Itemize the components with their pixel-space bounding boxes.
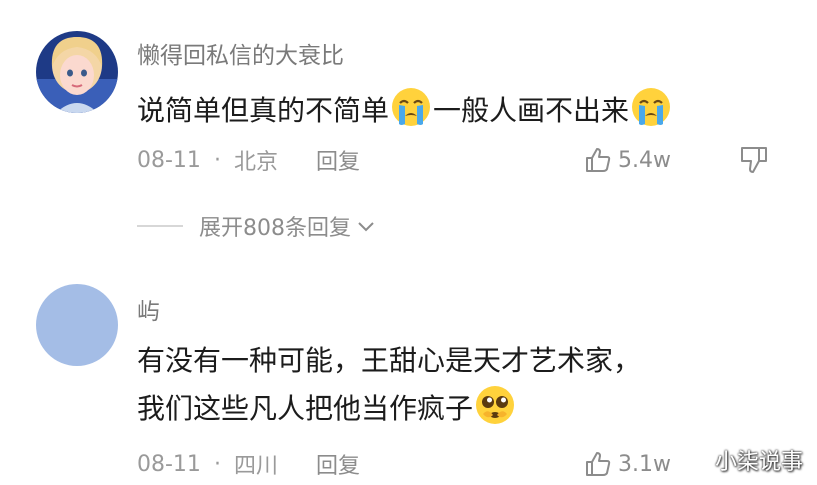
comment-date: 08-11	[137, 451, 201, 477]
like-count: 5.4w	[618, 147, 671, 173]
username[interactable]: 懒得回私信的大衰比	[137, 36, 344, 70]
comment-text-part: 说简单但真的不简单	[137, 94, 390, 127]
chevron-down-icon	[358, 222, 374, 232]
reply-button[interactable]: 回复	[316, 448, 360, 480]
reply-button[interactable]: 回复	[316, 144, 360, 176]
thumbs-down-icon	[741, 147, 767, 173]
comment-location: 四川	[233, 454, 278, 479]
comment-text-line: 我们这些凡人把他当作疯子	[137, 392, 474, 425]
comment-item: 屿 有没有一种可能，王甜心是天才艺术家， 我们这些凡人把他当作疯子 08-11 …	[0, 270, 817, 485]
like-button[interactable]: 3.1w	[584, 446, 671, 482]
comment-date: 08-11	[137, 147, 201, 173]
avatar[interactable]	[36, 284, 118, 366]
expand-replies-label: 展开808条回复	[199, 216, 351, 241]
pleading-face-emoji	[476, 386, 515, 424]
crying-face-emoji	[392, 88, 431, 126]
dislike-button[interactable]	[739, 145, 769, 179]
meta-separator: ·	[213, 147, 221, 173]
comment-location: 北京	[233, 150, 278, 175]
avatar[interactable]	[36, 31, 118, 113]
crying-face-emoji	[632, 88, 671, 126]
meta-separator: ·	[213, 451, 221, 477]
comment-page: 懒得回私信的大衰比 说简单但真的不简单 一般人画不出来 08-11 · 北京 回…	[0, 0, 817, 485]
watermark: 小柒说事	[714, 450, 803, 475]
expand-replies[interactable]: 展开808条回复	[137, 208, 377, 244]
comment-text: 有没有一种可能，王甜心是天才艺术家， 我们这些凡人把他当作疯子	[137, 338, 641, 432]
thumbs-up-icon	[586, 148, 611, 172]
comment-text: 说简单但真的不简单 一般人画不出来	[137, 86, 673, 134]
comment-text-line: 有没有一种可能，王甜心是天才艺术家，	[137, 344, 642, 377]
comment-meta: 08-11 · 四川 回复	[137, 446, 360, 482]
like-count: 3.1w	[618, 451, 671, 477]
comment-text-part: 一般人画不出来	[433, 94, 630, 127]
divider-line	[137, 225, 183, 227]
thumbs-up-icon	[586, 452, 611, 476]
comment-meta: 08-11 · 北京 回复	[137, 142, 360, 178]
like-button[interactable]: 5.4w	[584, 142, 671, 178]
username[interactable]: 屿	[137, 292, 160, 326]
comment-text-line-wrap: 我们这些凡人把他当作疯子	[137, 384, 641, 432]
comment-item: 懒得回私信的大衰比 说简单但真的不简单 一般人画不出来 08-11 · 北京 回…	[0, 0, 817, 270]
